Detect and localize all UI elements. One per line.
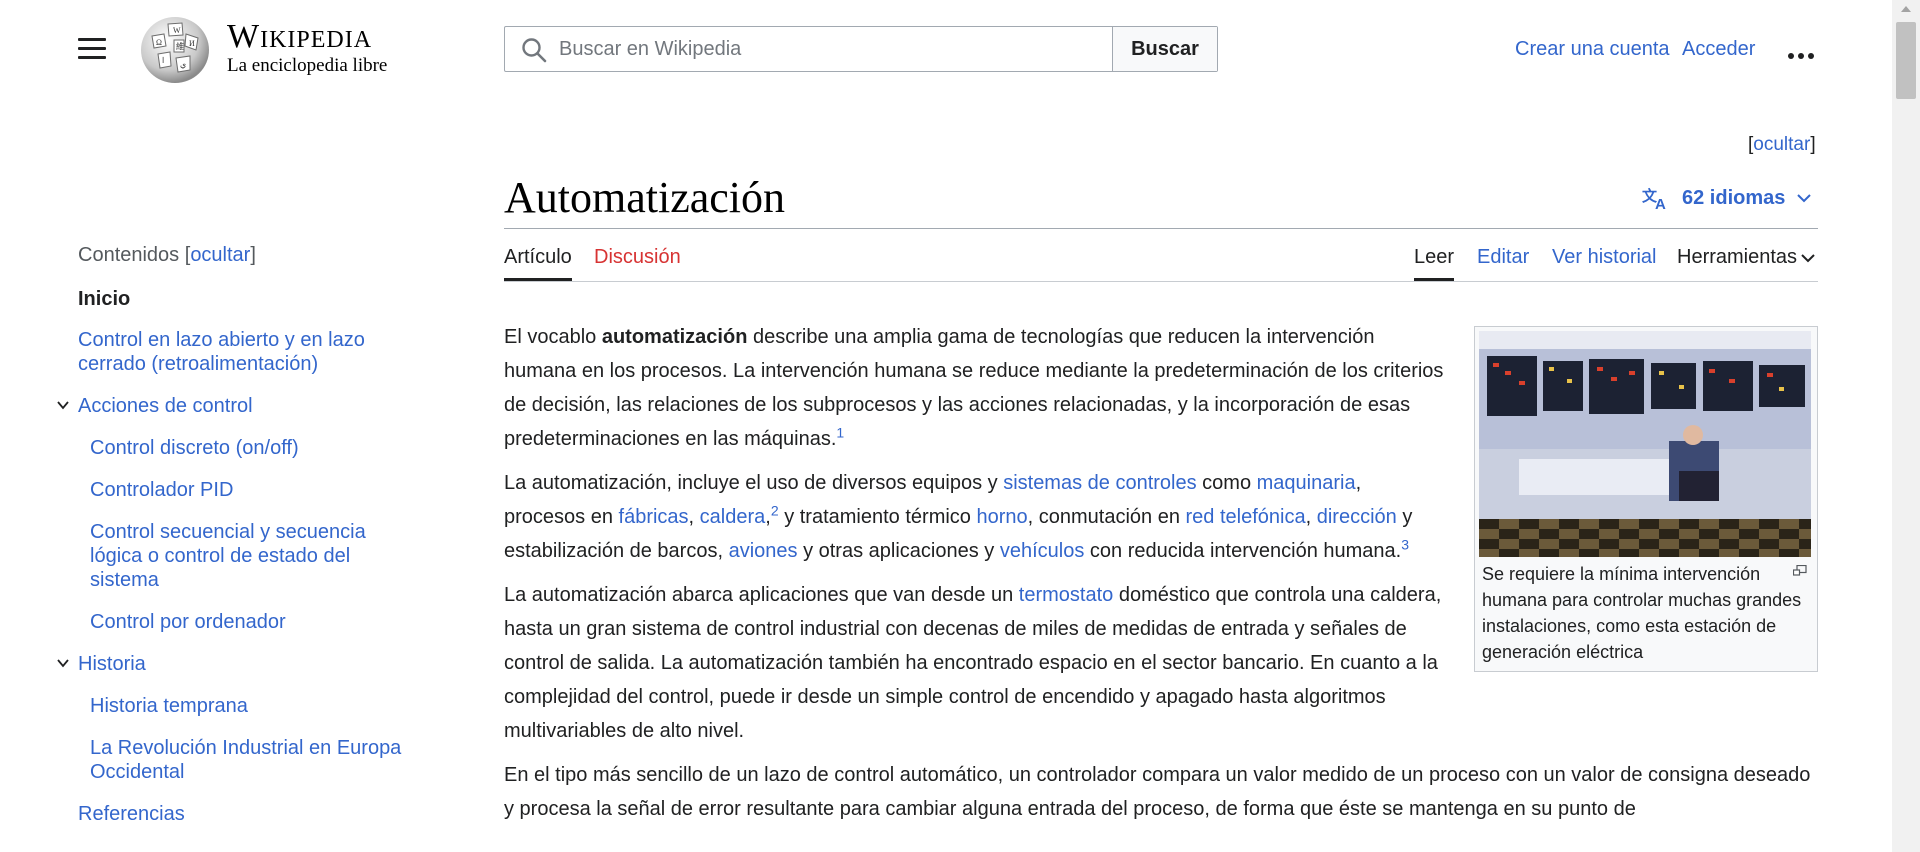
article-link[interactable]: maquinaria: [1257, 472, 1356, 494]
tab-history[interactable]: Ver historial: [1552, 246, 1657, 269]
tab-read[interactable]: Leer: [1414, 246, 1455, 281]
article-link[interactable]: fábricas: [619, 506, 689, 528]
toc-item-control-discreto[interactable]: Control discreto (on/off): [90, 436, 420, 460]
svg-text:ا: ا: [162, 56, 164, 65]
svg-text:Ω: Ω: [156, 38, 162, 47]
main-menu-icon[interactable]: [78, 38, 106, 62]
toc-item-control-lazo[interactable]: Control en lazo abierto y en lazo cerrad…: [78, 328, 418, 376]
chevron-down-icon: [1797, 194, 1812, 203]
more-options-icon[interactable]: [1788, 46, 1818, 59]
article-link[interactable]: sistemas de controles: [1003, 472, 1196, 494]
search-field-wrapper: [505, 26, 1112, 72]
reference-link[interactable]: 2: [771, 502, 779, 518]
toc-heading: Contenidos [ocultar]: [78, 244, 256, 267]
figure-caption-text: Se requiere la mínima intervención human…: [1482, 564, 1802, 662]
article-link[interactable]: caldera: [700, 506, 766, 528]
figure-caption: Se requiere la mínima intervención human…: [1479, 557, 1813, 665]
reference-link[interactable]: 3: [1401, 536, 1409, 552]
create-account-link[interactable]: Crear una cuenta: [1515, 38, 1670, 60]
svg-text:W: W: [173, 26, 181, 35]
page-scrollbar[interactable]: [1892, 0, 1920, 852]
text-span: ,: [688, 506, 700, 528]
translate-icon: 文 A: [1642, 187, 1666, 210]
article-link[interactable]: vehículos: [1000, 540, 1085, 562]
search-button[interactable]: Buscar: [1112, 27, 1217, 71]
enlarge-icon[interactable]: [1793, 565, 1807, 577]
toc-item-acciones-control[interactable]: Acciones de control: [78, 394, 418, 418]
article-body: Se requiere la mínima intervención human…: [504, 320, 1818, 836]
tab-edit[interactable]: Editar: [1477, 246, 1529, 269]
text-span: La automatización, incluye el uso de div…: [504, 472, 1004, 494]
search-input[interactable]: [505, 26, 1112, 72]
search-icon: [522, 38, 547, 63]
reference-link[interactable]: 1: [836, 424, 844, 440]
text-span: y tratamiento térmico: [778, 506, 977, 528]
tab-talk[interactable]: Discusión: [594, 246, 681, 269]
article-link[interactable]: dirección: [1317, 506, 1397, 528]
scroll-thumb[interactable]: [1896, 22, 1916, 99]
user-links: Crear una cuenta Acceder: [1515, 38, 1763, 61]
toc-item-control-ordenador[interactable]: Control por ordenador: [90, 610, 420, 634]
toc-bracket-open: [: [179, 244, 191, 266]
toc-item-revolucion-industrial[interactable]: La Revolución Industrial en Europa Occid…: [90, 736, 420, 784]
language-button[interactable]: 文 A 62 idiomas: [1642, 186, 1825, 210]
toc-title: Contenidos: [78, 244, 180, 266]
tab-article[interactable]: Artículo: [504, 246, 572, 281]
hide-link-top: [ocultar]: [1748, 134, 1816, 156]
article-link[interactable]: horno: [976, 506, 1027, 528]
title-divider: [504, 228, 1818, 229]
chevron-down-icon[interactable]: [57, 399, 69, 411]
paragraph-4: En el tipo más sencillo de un lazo de co…: [504, 758, 1818, 826]
login-link[interactable]: Acceder: [1682, 38, 1755, 60]
toc-hide-link[interactable]: ocultar: [190, 244, 250, 266]
svg-text:維: 維: [176, 41, 184, 51]
text-span: como: [1196, 472, 1257, 494]
tabs-divider: [504, 281, 1818, 282]
text-span: El vocablo: [504, 326, 602, 348]
chevron-down-icon[interactable]: [57, 657, 69, 669]
article-link[interactable]: aviones: [729, 540, 798, 562]
tools-menu[interactable]: Herramientas: [1677, 246, 1817, 269]
toc-item-controlador-pid[interactable]: Controlador PID: [90, 478, 420, 502]
text-span: con reducida intervención humana.: [1084, 540, 1402, 562]
text-span: La automatización abarca aplicaciones qu…: [504, 584, 1019, 606]
article-link[interactable]: termostato: [1019, 584, 1113, 606]
text-span: ,: [1305, 506, 1317, 528]
toc-bracket-close: ]: [250, 244, 256, 266]
toc-item-historia[interactable]: Historia: [78, 652, 418, 676]
text-span: , conmutación en: [1027, 506, 1186, 528]
text-span: y otras aplicaciones y: [797, 540, 1000, 562]
wikipedia-globe-logo[interactable]: Ω W И 維 ا ي: [138, 14, 212, 84]
control-room-image[interactable]: [1479, 331, 1811, 557]
article-link[interactable]: red telefónica: [1186, 506, 1306, 528]
chevron-down-icon: [1801, 253, 1815, 262]
bold-term: automatización: [601, 326, 748, 348]
bracket-close: ]: [1810, 134, 1816, 155]
toc-item-referencias[interactable]: Referencias: [78, 802, 418, 826]
text-span: En el tipo más sencillo de un lazo de co…: [504, 764, 1811, 820]
hide-link[interactable]: ocultar: [1753, 134, 1810, 155]
svg-text:И: И: [189, 39, 195, 48]
svg-text:ي: ي: [180, 60, 186, 69]
language-count: 62 idiomas: [1682, 186, 1786, 209]
page-title: Automatización: [504, 173, 786, 222]
figure: Se requiere la mínima intervención human…: [1474, 326, 1818, 672]
wikipedia-tagline: La enciclopedia libre: [227, 55, 388, 76]
tools-label: Herramientas: [1677, 246, 1798, 268]
toc-item-control-secuencial[interactable]: Control secuencial y secuencia lógica o …: [90, 520, 420, 592]
toc-item-inicio[interactable]: Inicio: [78, 287, 418, 311]
scroll-up-arrow-icon[interactable]: [1901, 6, 1911, 12]
wikipedia-wordmark[interactable]: Wikipedia: [227, 18, 372, 56]
text-span: doméstico que controla una caldera, hast…: [504, 584, 1442, 742]
svg-text:A: A: [1655, 196, 1666, 210]
toc-item-historia-temprana[interactable]: Historia temprana: [90, 694, 420, 718]
search-box: Buscar: [504, 26, 1218, 72]
